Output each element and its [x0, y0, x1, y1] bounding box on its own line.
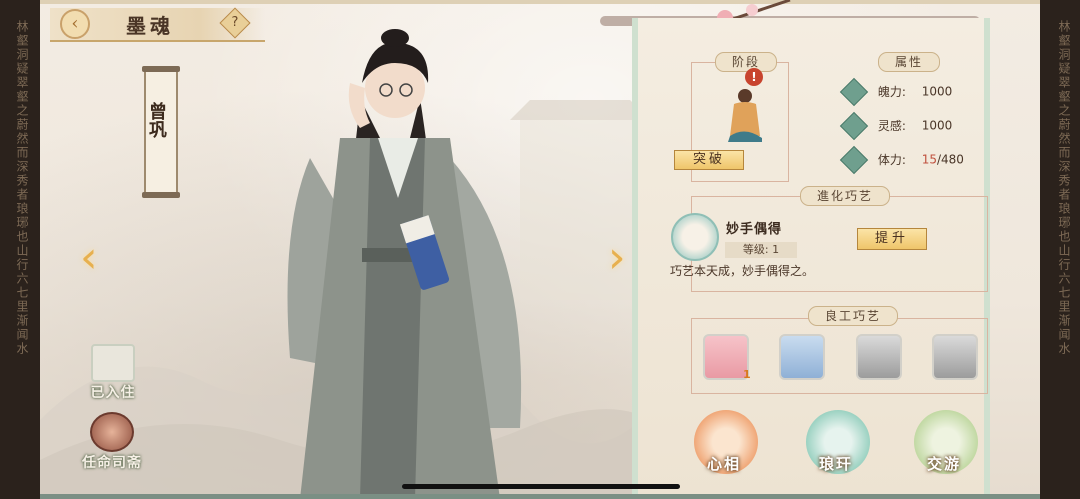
breakthrough-button[interactable]: 突破: [674, 150, 744, 170]
stat-label: 体力:: [877, 152, 906, 167]
left-frame: 林壑洞疑翠壑之蔚然而深秀者琅琊也山行六七里渐闻水: [0, 0, 40, 499]
langgan-label: 琅玕: [819, 455, 854, 473]
alert-badge: !: [745, 68, 763, 86]
help-icon: ?: [231, 15, 239, 30]
character-name: 曾巩: [146, 102, 167, 138]
stat-label: 灵感:: [877, 118, 906, 133]
attributes-label: 属性: [878, 52, 941, 72]
stat-label: 魄力:: [877, 84, 906, 99]
stat-row-stamina: 体力: 15/480: [839, 145, 964, 175]
bottom-strip: [40, 494, 1040, 499]
stamina-current: 15: [921, 152, 937, 167]
prev-character-arrow[interactable]: ‹: [80, 232, 98, 283]
craft-slot-2[interactable]: [779, 334, 825, 380]
social-label: 交游: [927, 455, 962, 473]
craft-slot-4[interactable]: [932, 334, 978, 380]
stage-label: 阶段: [715, 52, 778, 72]
pavilion-icon: [91, 344, 135, 382]
craft-label: 良工巧艺: [808, 306, 899, 326]
back-arrow-icon: ‹: [71, 13, 79, 34]
residence-button[interactable]: 已入住: [78, 344, 148, 402]
right-frame: 林壑洞疑翠壑之蔚然而深秀者琅琊也山行六七里渐闻水: [1040, 0, 1080, 499]
craft-badge: 1: [743, 368, 751, 381]
stamina-max: /480: [936, 152, 964, 167]
stat-row-inspiration: 灵感: 1000: [839, 111, 953, 141]
stat-row-soul: 魄力: 1000: [839, 77, 953, 107]
craft-slot-3[interactable]: [856, 334, 902, 380]
next-character-arrow[interactable]: ›: [608, 232, 626, 283]
left-frame-text: 林壑洞疑翠壑之蔚然而深秀者琅琊也山行六七里渐闻水: [15, 20, 29, 356]
character-figure: [287, 29, 522, 499]
character-name-scroll: 曾巩: [142, 66, 180, 198]
appoint-label: 任命司斋: [82, 455, 142, 471]
official-hat-icon: [90, 412, 134, 452]
residence-label: 已入住: [90, 385, 136, 401]
home-indicator[interactable]: [402, 484, 680, 489]
evolve-label: 進化巧艺: [800, 186, 891, 206]
soul-icon: [839, 77, 869, 107]
stat-value: 1000: [921, 84, 953, 99]
skill-name: 妙手偶得: [726, 222, 783, 237]
stat-value: 1000: [921, 118, 953, 133]
back-button[interactable]: ‹: [60, 9, 90, 39]
skill-description: 巧艺本天成，妙手偶得之。: [670, 264, 815, 278]
right-frame-text: 林壑洞疑翠壑之蔚然而深秀者琅琊也山行六七里渐闻水: [1057, 20, 1071, 356]
upgrade-button[interactable]: 提升: [857, 228, 927, 250]
appoint-button[interactable]: 任命司斋: [72, 412, 152, 472]
inspiration-icon: [839, 111, 869, 141]
stamina-icon: [839, 145, 869, 175]
page-title: 墨魂: [126, 14, 174, 38]
stage-figure-icon: [728, 89, 762, 142]
skill-level: 等级: 1: [725, 242, 797, 258]
heart-aspect-label: 心相: [707, 455, 742, 473]
skill-icon[interactable]: [671, 213, 719, 261]
